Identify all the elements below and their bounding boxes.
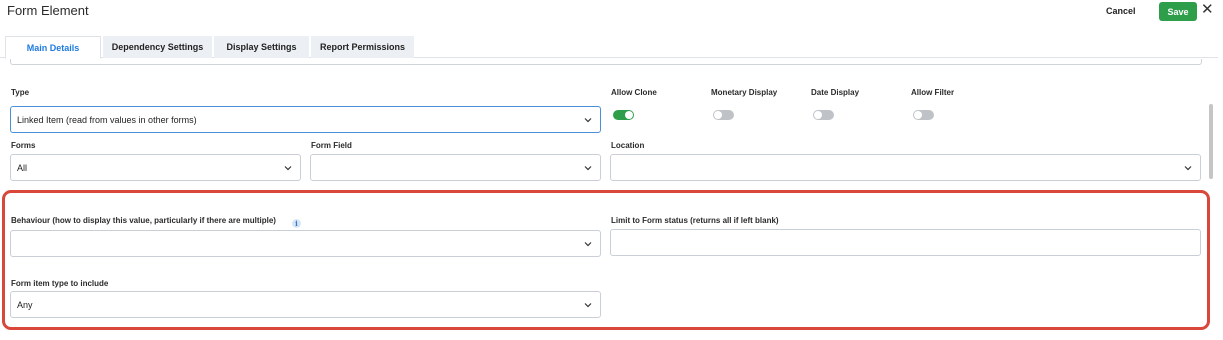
close-icon[interactable]: ✕: [1201, 0, 1214, 18]
allow-filter-toggle[interactable]: [913, 110, 934, 120]
tab-main-details[interactable]: Main Details: [5, 36, 101, 59]
forms-value: All: [17, 163, 28, 173]
limit-status-label: Limit to Form status (returns all if lef…: [611, 216, 779, 225]
tab-display-settings[interactable]: Display Settings: [214, 36, 309, 58]
dialog-title: Form Element: [7, 3, 89, 18]
date-display-label: Date Display: [811, 88, 860, 97]
behaviour-label: Behaviour (how to display this value, pa…: [11, 216, 276, 225]
chevron-down-icon: [584, 242, 592, 247]
tab-dependency-settings[interactable]: Dependency Settings: [103, 36, 212, 58]
save-button[interactable]: Save: [1159, 2, 1197, 21]
forms-select[interactable]: All: [10, 154, 301, 181]
tab-report-permissions[interactable]: Report Permissions: [311, 36, 414, 58]
chevron-down-icon: [584, 303, 592, 308]
scrollbar-thumb[interactable]: [1209, 104, 1213, 179]
monetary-display-label: Monetary Display: [711, 88, 778, 97]
info-icon[interactable]: i: [292, 219, 301, 228]
date-display-toggle[interactable]: [813, 110, 834, 120]
location-select[interactable]: [610, 154, 1201, 181]
item-type-value: Any: [17, 300, 33, 310]
type-label: Type: [11, 88, 30, 97]
chevron-down-icon: [1184, 166, 1192, 171]
item-type-select[interactable]: Any: [10, 291, 601, 318]
allow-filter-label: Allow Filter: [911, 88, 955, 97]
location-label: Location: [611, 141, 645, 150]
tab-bar: Main Details Dependency Settings Display…: [0, 35, 1218, 59]
form-field-label: Form Field: [311, 141, 352, 150]
chevron-down-icon: [584, 118, 592, 123]
behaviour-select[interactable]: [10, 230, 601, 257]
chevron-down-icon: [284, 166, 292, 171]
limit-status-input[interactable]: [610, 229, 1201, 256]
cancel-button[interactable]: Cancel: [1106, 6, 1136, 16]
type-value: Linked Item (read from values in other f…: [17, 115, 197, 125]
item-type-label: Form item type to include: [11, 279, 109, 288]
forms-label: Forms: [11, 141, 36, 150]
monetary-display-toggle[interactable]: [713, 110, 734, 120]
form-field-select[interactable]: [310, 154, 601, 181]
allow-clone-label: Allow Clone: [611, 88, 657, 97]
allow-clone-toggle[interactable]: [613, 110, 634, 120]
previous-field-edge: [10, 59, 1202, 65]
chevron-down-icon: [584, 166, 592, 171]
type-select[interactable]: Linked Item (read from values in other f…: [10, 106, 601, 133]
